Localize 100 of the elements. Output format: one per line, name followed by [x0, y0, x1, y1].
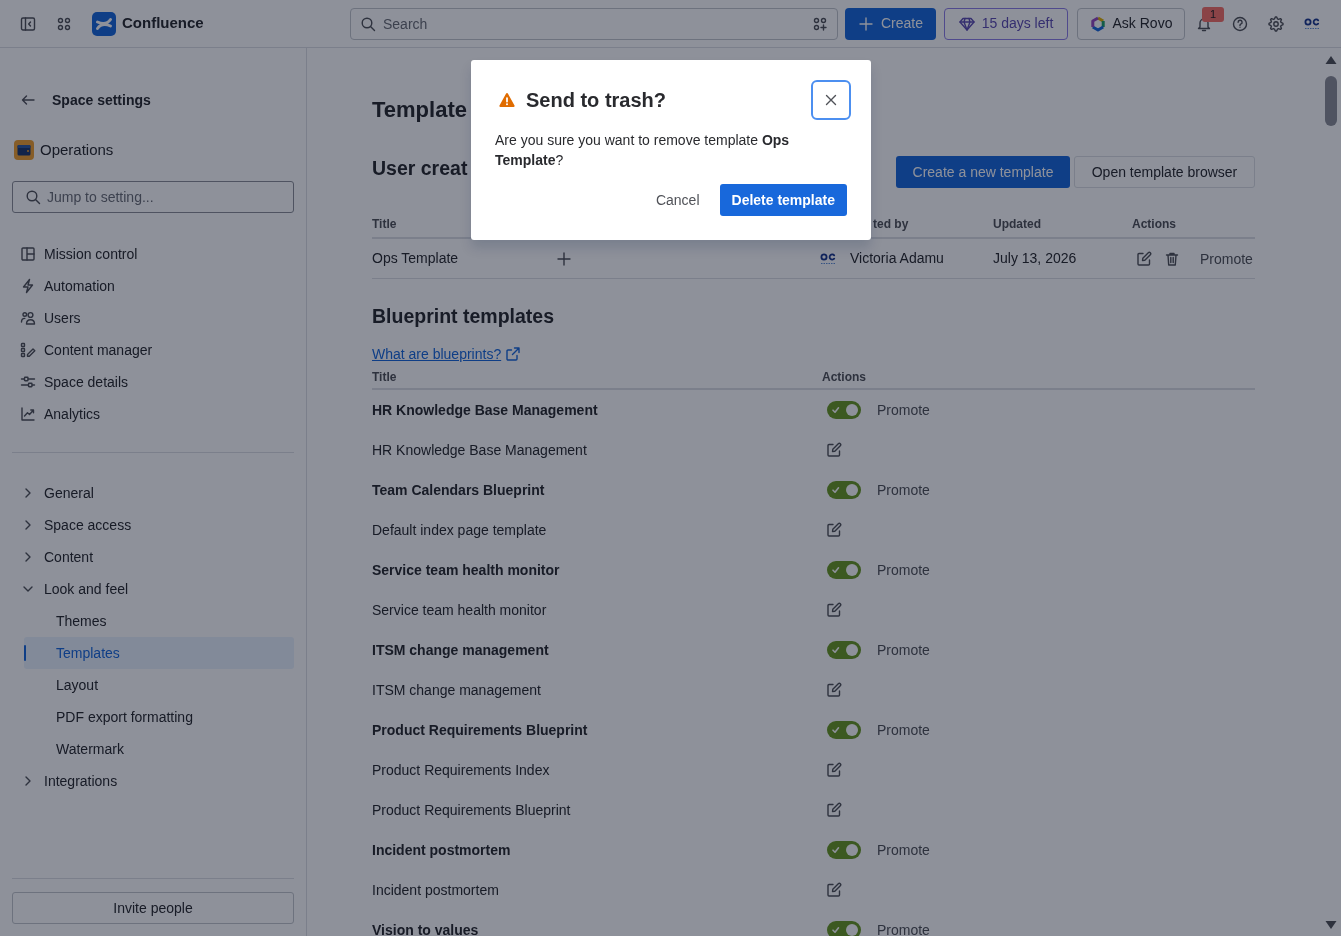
edit-icon[interactable] — [826, 802, 842, 818]
template-browser-button[interactable]: Open template browser — [1074, 156, 1255, 188]
edit-icon[interactable] — [1136, 250, 1152, 267]
scrollbar-thumb[interactable] — [1325, 76, 1337, 126]
creator-name: Victoria Adamu — [850, 249, 944, 268]
blueprint-title: Incident postmortem — [372, 840, 511, 860]
promote-button[interactable]: Promote — [877, 640, 930, 660]
warning-icon — [499, 92, 515, 108]
hexagon-logo-icon — [1089, 15, 1106, 32]
blueprint-title: Team Calendars Blueprint — [372, 480, 545, 500]
create-button[interactable]: Create — [845, 7, 936, 40]
column-header: Title — [372, 369, 397, 384]
sidebar-tree-item[interactable]: Space access — [12, 509, 294, 541]
toggle-switch[interactable] — [827, 921, 861, 936]
blueprint-title: Vision to values — [372, 920, 479, 936]
toggle-switch[interactable] — [827, 401, 861, 419]
gem-icon — [958, 15, 975, 32]
sidebar-item[interactable]: Mission control — [12, 238, 294, 270]
help-link[interactable]: What are blueprints? — [372, 344, 522, 364]
sidebar-tree-item[interactable]: Content — [12, 541, 294, 573]
sidebar-tree-item[interactable]: Layout — [24, 669, 294, 701]
promote-button[interactable]: Promote — [877, 920, 930, 936]
line-chart-icon — [20, 406, 36, 422]
template-title: Product Requirements Blueprint — [372, 800, 571, 820]
scroll-down-arrow-icon[interactable] — [1325, 920, 1337, 930]
sidebar-item[interactable]: Users — [12, 302, 294, 334]
close-icon — [823, 92, 839, 108]
logo-icon[interactable] — [92, 11, 116, 36]
template-title: Ops Template — [372, 249, 459, 268]
trial-button[interactable]: 15 days left — [944, 7, 1068, 40]
list-pencil-icon — [20, 342, 36, 358]
promote-button[interactable]: Promote — [877, 720, 930, 740]
settings-search-field[interactable]: Jump to setting... — [12, 181, 294, 213]
users-icon — [20, 310, 36, 326]
section-heading: Blueprint templates — [372, 304, 555, 328]
space-icon — [14, 140, 34, 160]
promote-button[interactable]: Promote — [877, 400, 930, 420]
trash-icon[interactable] — [1164, 250, 1180, 267]
back-arrow-icon[interactable] — [20, 92, 36, 108]
panel-layout-icon — [20, 246, 36, 262]
edit-icon[interactable] — [826, 762, 842, 778]
search-icon — [360, 15, 376, 32]
settings-icon[interactable] — [1268, 15, 1284, 32]
toggle-switch[interactable] — [827, 641, 861, 659]
cancel-button[interactable]: Cancel — [643, 184, 712, 216]
grid-plus-icon[interactable] — [812, 15, 828, 32]
toggle-switch[interactable] — [827, 841, 861, 859]
toggle-switch[interactable] — [827, 561, 861, 579]
plus-icon[interactable] — [556, 250, 572, 267]
toggle-switch[interactable] — [827, 721, 861, 739]
sidebar-item[interactable]: Space details — [12, 366, 294, 398]
toggle-switch[interactable] — [827, 481, 861, 499]
column-header: Updated — [993, 217, 1041, 231]
column-header: Actions — [822, 369, 866, 384]
help-icon[interactable] — [1232, 15, 1248, 32]
edit-icon[interactable] — [826, 442, 842, 458]
promote-button[interactable]: Promote — [1200, 248, 1253, 269]
sidebar-item[interactable]: Content manager — [12, 334, 294, 366]
edit-icon[interactable] — [826, 882, 842, 898]
product-name[interactable]: Confluence — [122, 12, 204, 35]
promote-button[interactable]: Promote — [877, 480, 930, 500]
edit-icon[interactable] — [826, 682, 842, 698]
sidebar-tree-item[interactable]: Watermark — [24, 733, 294, 765]
sidebar-tree-item[interactable]: Look and feel — [12, 573, 294, 605]
sidebar-tree-item[interactable]: Integrations — [12, 765, 294, 797]
column-header: Actions — [1132, 217, 1176, 231]
close-button[interactable] — [811, 80, 851, 120]
sidebar-toggle-icon[interactable] — [20, 15, 36, 32]
invite-people-button[interactable]: Invite people — [12, 892, 294, 924]
external-link-icon — [505, 346, 522, 362]
delete-template-button[interactable]: Delete template — [719, 184, 847, 216]
lightning-icon — [20, 278, 36, 294]
edit-icon[interactable] — [826, 522, 842, 538]
blueprint-title: HR Knowledge Base Management — [372, 400, 598, 420]
sidebar-item[interactable]: Automation — [12, 270, 294, 302]
template-title: HR Knowledge Base Management — [372, 440, 587, 460]
search-field[interactable]: Search — [350, 7, 838, 40]
column-header: ted by — [873, 217, 909, 231]
sliders-icon — [20, 374, 36, 390]
scroll-up-arrow-icon[interactable] — [1325, 55, 1337, 65]
space-name[interactable]: Operations — [40, 138, 114, 162]
create-template-button[interactable]: Create a new template — [896, 156, 1070, 188]
plus-icon — [858, 15, 874, 32]
sidebar-tree-item[interactable]: General — [12, 477, 294, 509]
notification-count: 1 — [1202, 6, 1224, 22]
ask-rovo-button[interactable]: Ask Rovo — [1077, 7, 1185, 40]
sidebar-tree-item[interactable]: Templates — [24, 637, 294, 669]
page-heading: Template — [372, 96, 467, 124]
app-switcher-icon[interactable] — [56, 15, 72, 32]
dialog-message: Are you sure you want to remove template Ops Template? — [495, 131, 791, 170]
promote-button[interactable]: Promote — [877, 560, 930, 580]
dialog-title: Send to trash? — [526, 88, 666, 113]
edit-icon[interactable] — [826, 602, 842, 618]
search-icon — [25, 189, 41, 205]
template-title: Incident postmortem — [372, 880, 499, 900]
promote-button[interactable]: Promote — [877, 840, 930, 860]
sidebar-tree-item[interactable]: Themes — [24, 605, 294, 637]
sidebar-tree-item[interactable]: PDF export formatting — [24, 701, 294, 733]
blueprint-title: Service team health monitor — [372, 560, 560, 580]
sidebar-item[interactable]: Analytics — [12, 398, 294, 430]
